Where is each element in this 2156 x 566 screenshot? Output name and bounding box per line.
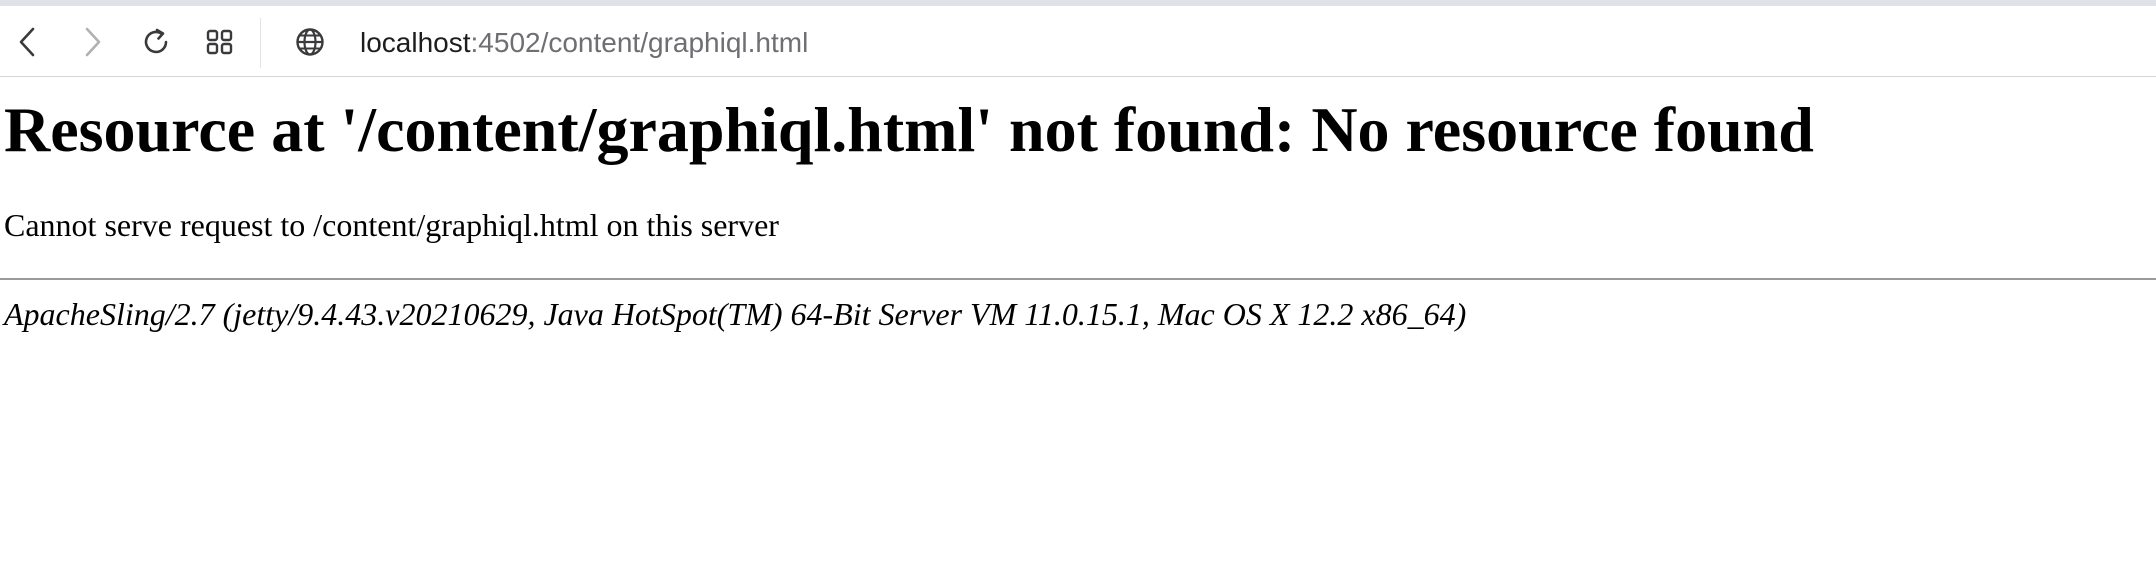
page-content: Resource at '/content/graphiql.html' not… bbox=[0, 77, 2156, 566]
error-message: Cannot serve request to /content/graphiq… bbox=[4, 207, 779, 243]
globe-icon bbox=[296, 28, 324, 56]
server-signature: ApacheSling/2.7 (jetty/9.4.43.v20210629,… bbox=[4, 296, 1467, 332]
back-button[interactable] bbox=[8, 22, 48, 62]
url-path: :4502/content/graphiql.html bbox=[470, 27, 809, 58]
tab-overview-icon bbox=[206, 29, 233, 55]
page-title: Resource at '/content/graphiql.html' not… bbox=[4, 94, 1814, 165]
url-host: localhost bbox=[360, 27, 471, 58]
divider bbox=[0, 278, 2156, 280]
reload-icon bbox=[144, 28, 168, 54]
chevron-right-icon bbox=[85, 27, 101, 57]
address-bar[interactable]: localhost:4502/content/graphiql.html bbox=[360, 26, 808, 60]
forward-button[interactable] bbox=[72, 22, 112, 62]
tab-overview-button[interactable] bbox=[200, 22, 240, 62]
reload-button[interactable] bbox=[136, 22, 176, 62]
toolbar-separator bbox=[260, 18, 261, 68]
chevron-left-icon bbox=[19, 27, 35, 57]
site-info-button[interactable] bbox=[290, 22, 330, 62]
browser-toolbar: localhost:4502/content/graphiql.html bbox=[0, 6, 2156, 77]
